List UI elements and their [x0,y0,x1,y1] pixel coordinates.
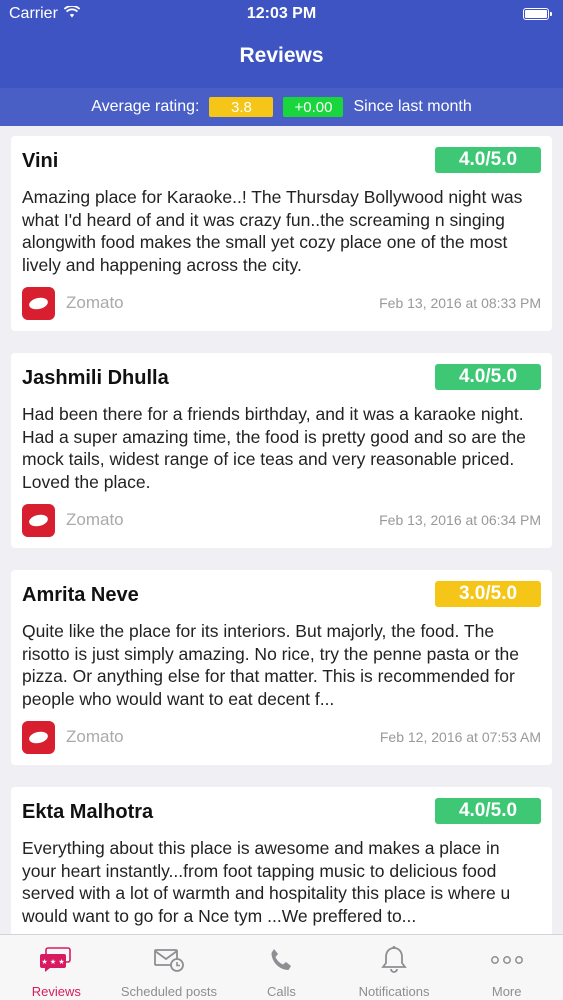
tab-scheduled-posts[interactable]: Scheduled posts [113,935,226,1000]
phone-icon [264,943,298,977]
average-rating-label: Average rating: [91,98,200,115]
reviewer-name: Ekta Malhotra [22,801,154,823]
reviewer-name: Jashmili Dhulla [22,367,169,389]
tab-label: Scheduled posts [120,984,217,999]
review-footer: Zomato Feb 13, 2016 at 06:34 PM [22,504,541,538]
zomato-icon [22,287,55,320]
review-source: Zomato [66,727,124,746]
svg-text:★ ★ ★: ★ ★ ★ [42,958,65,966]
reviewer-name: Amrita Neve [22,584,139,606]
status-bar: Carrier 12:03 PM [0,0,563,30]
review-card[interactable]: Vini 4.0/5.0 Amazing place for Karaoke..… [11,136,552,331]
review-card[interactable]: Ekta Malhotra 4.0/5.0 Everything about t… [11,787,552,934]
review-card[interactable]: Jashmili Dhulla 4.0/5.0 Had been there f… [11,353,552,548]
zomato-icon [22,721,55,754]
rating-summary-bar: Average rating: 3.8 +0.00 Since last mon… [0,88,563,126]
review-text: Amazing place for Karaoke..! The Thursda… [22,187,523,276]
review-source: Zomato [66,293,124,312]
zomato-icon [22,504,55,537]
tab-reviews[interactable]: ★ ★ ★ Reviews [0,935,113,1000]
review-source: Zomato [66,510,124,529]
tab-bar: ★ ★ ★ Reviews Scheduled posts Calls Noti… [0,934,563,1000]
tab-calls[interactable]: Calls [225,935,338,1000]
more-icon [490,943,524,977]
battery-icon [523,8,552,20]
bell-icon [377,943,411,977]
tab-notifications[interactable]: Notifications [338,935,451,1000]
review-card[interactable]: Amrita Neve 3.0/5.0 Quite like the place… [11,570,552,765]
app-header: Carrier 12:03 PM Reviews [0,0,563,88]
review-timestamp: Feb 13, 2016 at 08:33 PM [379,295,541,311]
review-timestamp: Feb 12, 2016 at 07:53 AM [379,729,541,745]
reviews-icon: ★ ★ ★ [39,943,73,977]
since-last-month-label: Since last month [353,98,472,115]
review-list[interactable]: Vini 4.0/5.0 Amazing place for Karaoke..… [0,126,563,934]
scheduled-icon [152,943,186,977]
review-score-badge: 4.0/5.0 [435,147,541,173]
average-rating-badge: 3.8 [209,97,274,117]
review-footer: Zomato Feb 12, 2016 at 07:53 AM [22,721,541,755]
rating-change-badge: +0.00 [283,97,344,117]
tab-label: More [491,984,522,999]
page-title: Reviews [239,44,324,67]
tab-more[interactable]: More [450,935,563,1000]
reviewer-name: Vini [22,150,59,172]
tab-label: Reviews [31,984,81,999]
review-text: Everything about this place is awesome a… [22,838,511,927]
tab-label: Calls [267,984,296,999]
review-footer: Zomato Feb 13, 2016 at 08:33 PM [22,287,541,321]
review-score-badge: 4.0/5.0 [435,798,541,824]
review-timestamp: Feb 13, 2016 at 06:34 PM [379,512,541,528]
review-score-badge: 4.0/5.0 [435,364,541,390]
review-text: Had been there for a friends birthday, a… [22,404,526,493]
review-text: Quite like the place for its interiors. … [22,621,520,710]
review-score-badge: 3.0/5.0 [435,581,541,607]
tab-label: Notifications [358,984,430,999]
status-time: 12:03 PM [246,5,317,22]
